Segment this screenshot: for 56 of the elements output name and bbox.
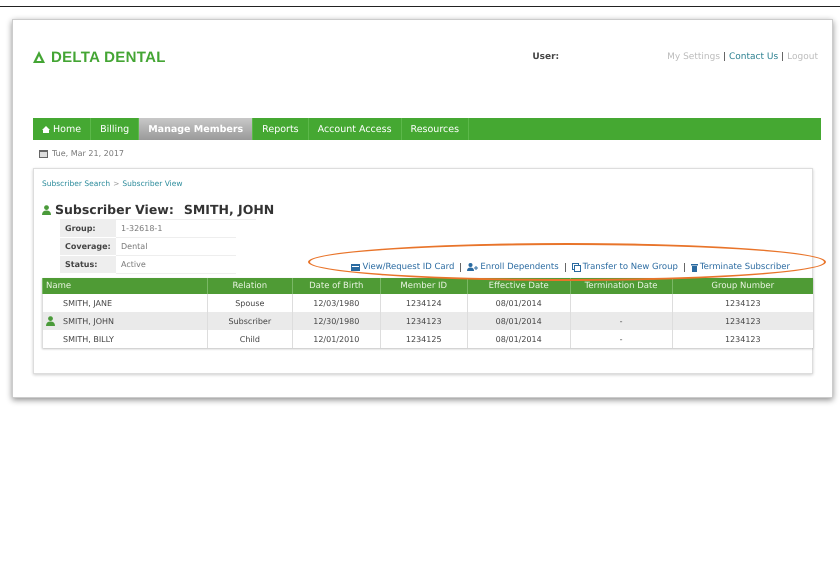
table-cell: 12/30/1980	[313, 316, 360, 326]
user-label: User:	[532, 52, 560, 62]
subscriber-name: SMITH, JOHN	[184, 202, 274, 217]
table-cell: SMITH, BILLY	[63, 334, 114, 344]
table-cell: 1234123	[724, 316, 761, 326]
table-cell: SMITH, JOHN	[63, 316, 114, 326]
table-cell: 08/01/2014	[496, 334, 542, 344]
table-cell: -	[620, 316, 623, 326]
info-value: Active	[116, 256, 236, 274]
calendar-icon	[39, 149, 48, 158]
table-cell: Child	[240, 334, 260, 344]
table-cell: 1234123	[724, 334, 761, 344]
nav-tab[interactable]: Resources	[402, 118, 470, 140]
nav-tab[interactable]: Account Access	[308, 118, 402, 140]
table-cell: 1234123	[406, 316, 442, 326]
date-text: Tue, Mar 21, 2017	[52, 149, 124, 158]
column-header: Member ID	[380, 278, 468, 294]
action-link[interactable]: Enroll Dependents	[467, 262, 559, 272]
info-label: Coverage:	[60, 238, 116, 256]
person-icon	[46, 316, 55, 326]
table-cell: 1234124	[406, 298, 442, 308]
column-header: Date of Birth	[292, 278, 380, 294]
action-link[interactable]: Terminate Subscriber	[690, 262, 790, 272]
id-card-icon	[351, 264, 360, 270]
info-value: 1-32618-1	[116, 220, 236, 238]
nav-tab[interactable]: Manage Members	[139, 118, 254, 140]
action-link[interactable]: View/Request ID Card	[351, 262, 454, 272]
info-value: Dental	[116, 238, 236, 256]
table-cell: Spouse	[235, 298, 264, 308]
table-cell: Subscriber	[228, 316, 272, 326]
table-cell: 12/01/2010	[313, 334, 360, 344]
nav-tab[interactable]: Reports	[253, 118, 309, 140]
info-label: Group:	[60, 220, 116, 238]
table-cell: -	[620, 334, 623, 344]
table-cell: 1234123	[724, 298, 761, 308]
column-header: Group Number	[672, 278, 813, 294]
table-cell: 12/03/1980	[313, 298, 360, 308]
company-logo: DELTA DENTAL	[33, 48, 166, 66]
table-cell: 08/01/2014	[496, 316, 542, 326]
table-cell: 08/01/2014	[496, 298, 542, 308]
copy-icon	[572, 262, 581, 272]
table-cell: SMITH, JANE	[63, 298, 112, 308]
header-link[interactable]: Logout	[787, 52, 818, 62]
action-link[interactable]: Transfer to New Group	[572, 262, 678, 272]
person-icon	[42, 204, 51, 214]
add-person-icon	[467, 263, 478, 271]
header-link[interactable]: Contact Us	[729, 52, 778, 62]
header-link[interactable]: My Settings	[667, 52, 720, 62]
column-header: Relation	[207, 278, 292, 294]
page-title: Subscriber View:	[55, 202, 174, 217]
info-label: Status:	[60, 256, 116, 274]
nav-tab[interactable]: Home	[33, 118, 92, 140]
column-header: Name	[42, 278, 208, 294]
trash-icon	[690, 262, 698, 272]
home-icon	[42, 126, 50, 132]
table-cell: 1234125	[406, 334, 442, 344]
